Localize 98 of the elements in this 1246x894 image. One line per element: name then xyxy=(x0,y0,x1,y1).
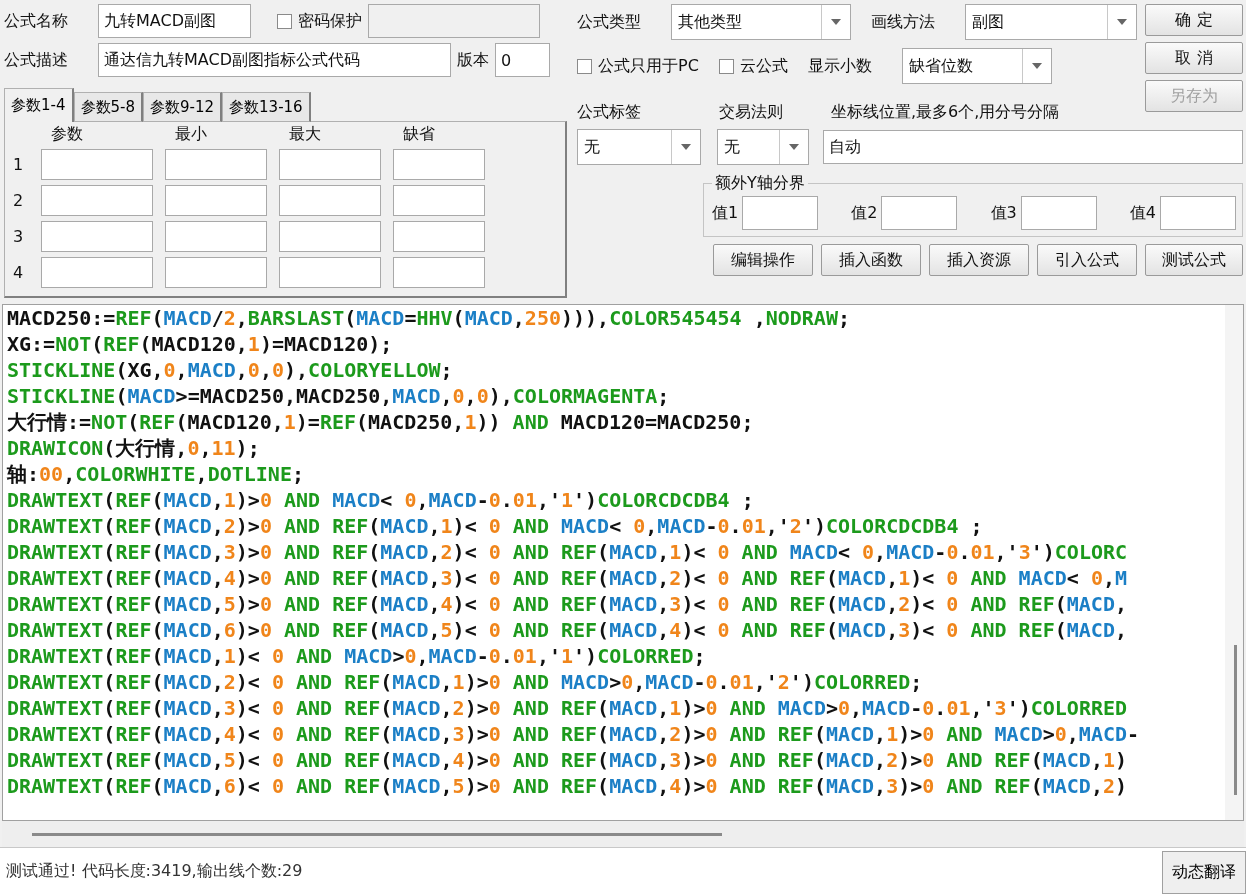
code-line: STICKLINE(MACD>=MACD250,MACD250,MACD,0,0),COLORMAGENTA; xyxy=(7,383,670,409)
code-editor[interactable] xyxy=(2,304,1244,821)
text-field[interactable]: 0 xyxy=(495,43,550,77)
code-line: DRAWTEXT(REF(MACD,2)>0 AND REF(MACD,1)< 0 AND MACD< 0,MACD-0.01,'2')COLORCDCDB4 ; xyxy=(7,513,983,539)
tab[interactable]: 参数5-8 xyxy=(73,92,143,122)
code-line: DRAWTEXT(REF(MACD,5)< 0 AND REF(MACD,4)>0 AND REF(MACD,3)>0 AND REF(MACD,2)>0 AND REF(MACD,1) xyxy=(7,747,1127,773)
input-field[interactable] xyxy=(393,185,485,216)
code-line: DRAWTEXT(REF(MACD,5)>0 AND REF(MACD,4)< 0 AND REF(MACD,3)< 0 AND REF(MACD,2)< 0 AND REF(MACD, xyxy=(7,591,1127,617)
input-field[interactable] xyxy=(393,257,485,288)
text-field[interactable] xyxy=(1160,196,1236,230)
field-label: 密码保护 xyxy=(298,10,362,32)
code-line: DRAWTEXT(REF(MACD,2)< 0 AND REF(MACD,1)>0 AND MACD>0,MACD-0.01,'2')COLORRED; xyxy=(7,669,923,695)
row-number: 4 xyxy=(13,263,25,282)
status-text: 测试通过! 代码长度:3419,输出线个数:29 xyxy=(6,860,303,882)
text-field[interactable]: 自动 xyxy=(823,130,1243,164)
input-field[interactable] xyxy=(165,149,267,180)
field-label: 公式名称 xyxy=(4,10,69,32)
tab[interactable]: 参数1-4 xyxy=(4,88,74,122)
column-header: 缺省 xyxy=(402,124,436,144)
caret-icon xyxy=(831,19,841,25)
dropdown[interactable]: 无 xyxy=(577,129,701,165)
field-label: 画线方法 xyxy=(871,11,936,33)
code-line: DRAWTEXT(REF(MACD,4)< 0 AND REF(MACD,3)>0 AND REF(MACD,2)>0 AND REF(MACD,1)>0 AND MACD>0,MACD- xyxy=(7,721,1140,747)
row-number: 3 xyxy=(13,227,25,246)
checkbox[interactable] xyxy=(277,13,292,29)
scrollbar-thumb[interactable] xyxy=(32,832,722,836)
checkbox[interactable] xyxy=(577,58,592,74)
dropdown[interactable]: 副图 xyxy=(965,4,1137,40)
tab[interactable]: 参数13-16 xyxy=(222,92,311,122)
text-field[interactable] xyxy=(1020,196,1097,230)
code-line: DRAWTEXT(REF(MACD,6)>0 AND REF(MACD,5)< 0 AND REF(MACD,4)< 0 AND REF(MACD,3)< 0 AND REF(MACD, xyxy=(7,617,1127,643)
field-label: 公式描述 xyxy=(4,49,69,71)
caret-icon xyxy=(1031,63,1042,69)
text-field[interactable]: 通达信九转MACD副图指标公式代码 xyxy=(98,43,451,77)
field-label: 显示小数 xyxy=(807,55,873,77)
row-number: 2 xyxy=(13,191,25,210)
code-line: DRAWICON(大行情,0,11); xyxy=(7,435,260,461)
button[interactable]: 确 定 xyxy=(1145,4,1243,36)
field-label: 公式类型 xyxy=(577,11,642,33)
code-line: DRAWTEXT(REF(MACD,1)< 0 AND MACD>0,MACD-0.01,'1')COLORRED; xyxy=(7,643,706,669)
input-field[interactable] xyxy=(41,257,153,288)
button[interactable]: 动态翻译 xyxy=(1162,851,1246,894)
scrollbar[interactable] xyxy=(1225,305,1243,820)
column-header: 最大 xyxy=(288,124,322,144)
code-line: 大行情:=NOT(REF(MACD120,1)=REF(MACD250,1)) AND MACD120=MACD250; xyxy=(7,409,754,435)
field-label: 公式只用于PC xyxy=(598,55,699,77)
button[interactable]: 引入公式 xyxy=(1037,244,1137,276)
scrollbar-thumb[interactable] xyxy=(1234,645,1237,795)
input-field[interactable] xyxy=(279,257,381,288)
field-label: 值4 xyxy=(1129,202,1156,224)
field-label: 版本 xyxy=(457,49,489,71)
caret-icon xyxy=(789,144,799,150)
code-line: XG:=NOT(REF(MACD120,1)=MACD120); xyxy=(7,331,393,357)
text-field[interactable] xyxy=(742,196,819,230)
group-title: 额外Y轴分界 xyxy=(714,173,806,194)
code-line: 轴:00,COLORWHITE,DOTLINE; xyxy=(7,461,304,487)
button[interactable]: 测试公式 xyxy=(1145,244,1243,276)
input-field[interactable] xyxy=(165,221,267,252)
code-line: DRAWTEXT(REF(MACD,6)< 0 AND REF(MACD,5)>0 AND REF(MACD,4)>0 AND REF(MACD,3)>0 AND REF(MACD,2) xyxy=(7,773,1127,799)
text-field[interactable] xyxy=(881,196,958,230)
field-label: 公式标签 xyxy=(577,102,642,123)
caret-icon xyxy=(681,144,691,150)
button[interactable]: 取 消 xyxy=(1145,42,1243,74)
column-header: 参数 xyxy=(50,124,84,144)
dropdown[interactable]: 其他类型 xyxy=(671,4,851,40)
input-field[interactable] xyxy=(165,257,267,288)
input-field[interactable] xyxy=(393,149,485,180)
field-label: 值2 xyxy=(851,202,878,224)
code-line: DRAWTEXT(REF(MACD,3)>0 AND REF(MACD,2)< 0 AND REF(MACD,1)< 0 AND MACD< 0,MACD-0.01,'3')COLORC xyxy=(7,539,1128,565)
caret-icon xyxy=(1117,19,1127,25)
input-field[interactable] xyxy=(279,221,381,252)
dropdown[interactable]: 无 xyxy=(717,129,809,165)
button[interactable]: 编辑操作 xyxy=(713,244,813,276)
checkbox[interactable] xyxy=(718,58,734,74)
input-field[interactable] xyxy=(41,185,153,216)
input-field[interactable] xyxy=(41,149,153,180)
dropdown[interactable]: 缺省位数 xyxy=(901,48,1052,84)
input-field[interactable] xyxy=(165,185,267,216)
tab[interactable]: 参数9-12 xyxy=(143,92,223,122)
field-label: 坐标线位置,最多6个,用分号分隔 xyxy=(831,102,1060,123)
text-field[interactable]: 九转MACD副图 xyxy=(98,4,251,38)
code-line: DRAWTEXT(REF(MACD,4)>0 AND REF(MACD,3)< 0 AND REF(MACD,2)< 0 AND REF(MACD,1)< 0 AND MACD< 0,M xyxy=(7,565,1127,591)
column-header: 最小 xyxy=(174,124,208,144)
input-field[interactable] xyxy=(393,221,485,252)
code-line: DRAWTEXT(REF(MACD,1)>0 AND MACD< 0,MACD-0.01,'1')COLORCDCDB4 ; xyxy=(7,487,754,513)
row-number: 1 xyxy=(13,155,25,174)
code-line: DRAWTEXT(REF(MACD,3)< 0 AND REF(MACD,2)>0 AND REF(MACD,1)>0 AND MACD>0,MACD-0.01,'3')COLORRED xyxy=(7,695,1128,721)
button[interactable]: 插入函数 xyxy=(821,244,921,276)
input-field[interactable] xyxy=(41,221,153,252)
field-label: 云公式 xyxy=(739,55,788,77)
code-line: STICKLINE(XG,0,MACD,0,0),COLORYELLOW; xyxy=(7,357,453,383)
field-label: 值3 xyxy=(990,202,1017,224)
button[interactable]: 插入资源 xyxy=(929,244,1029,276)
input-field[interactable] xyxy=(279,185,381,216)
input-field[interactable] xyxy=(279,149,381,180)
code-line: MACD250:=REF(MACD/2,BARSLAST(MACD=HHV(MACD,250))),COLOR545454 ,NODRAW; xyxy=(7,305,850,331)
field-label: 交易法则 xyxy=(719,102,784,123)
field-label: 值1 xyxy=(712,202,739,224)
